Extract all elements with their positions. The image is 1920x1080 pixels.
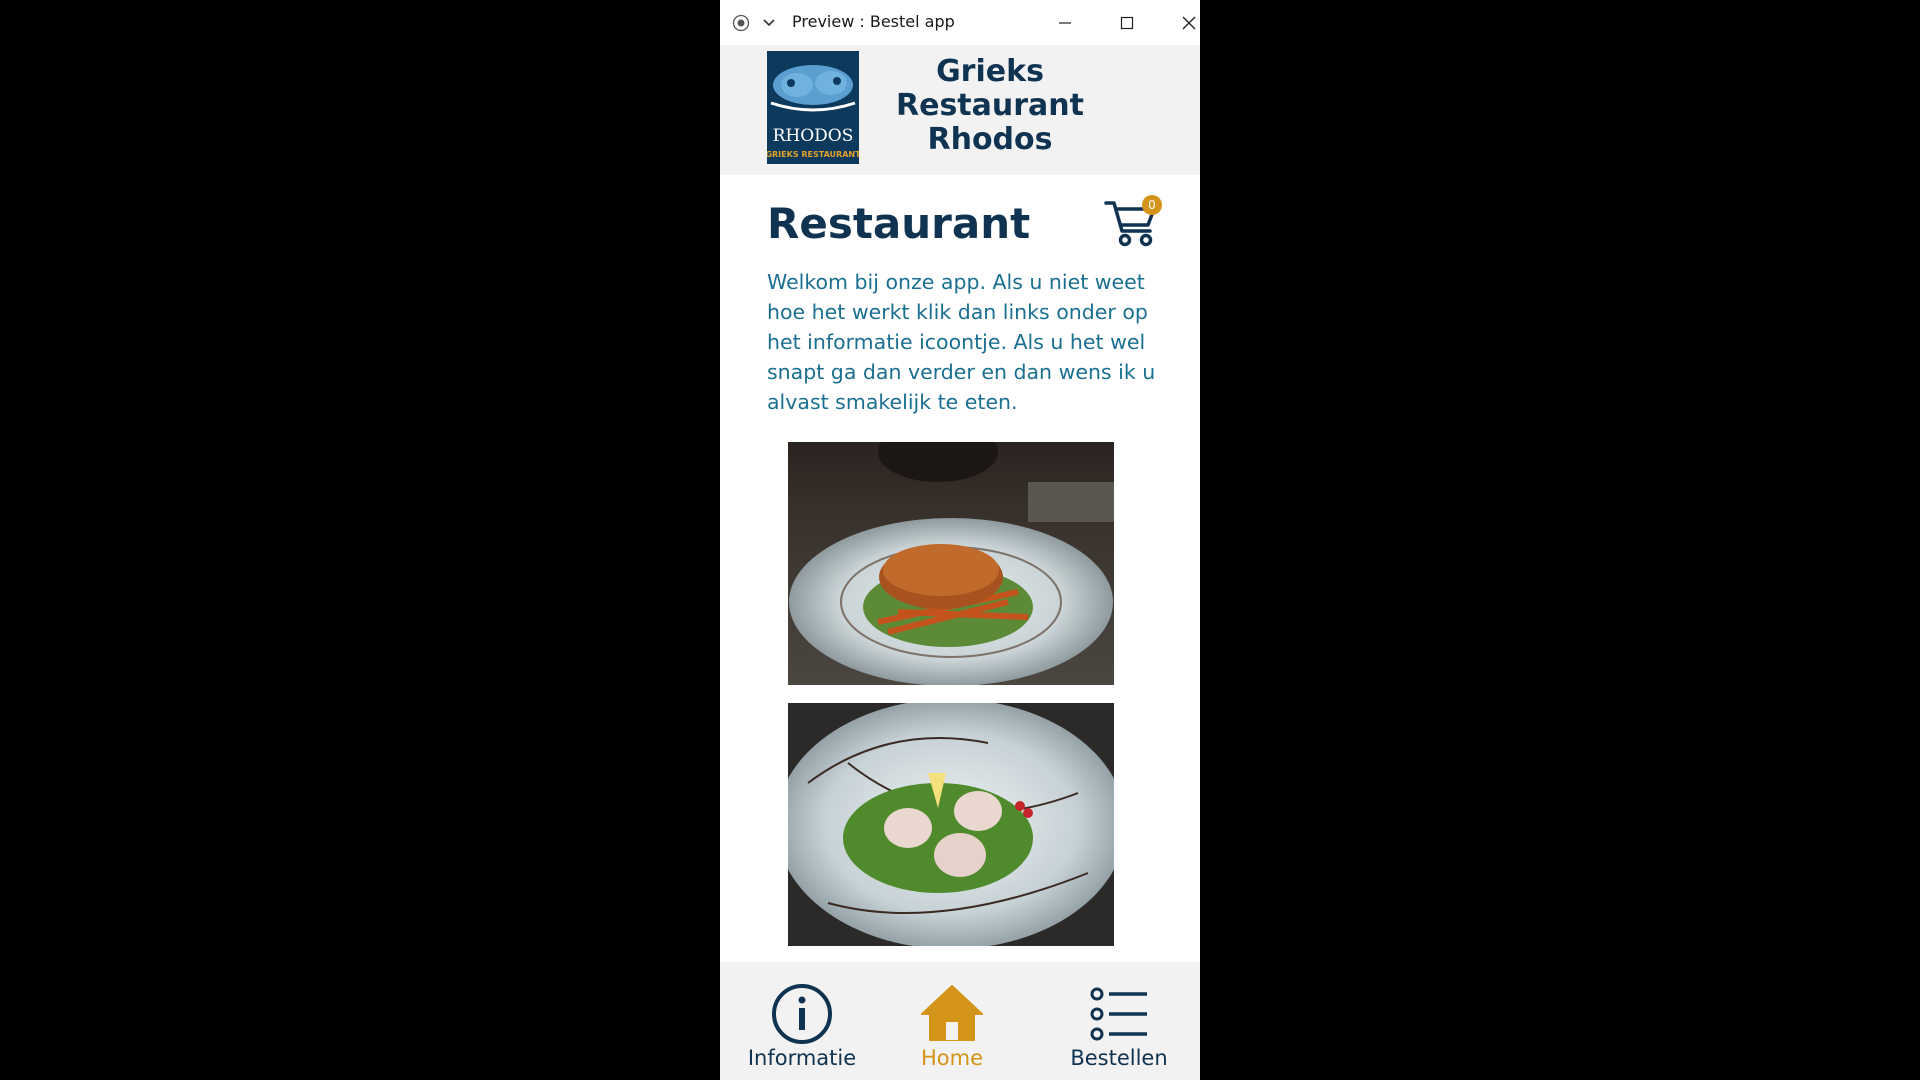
info-icon [772,984,832,1044]
app-header: RHODOS GRIEKS RESTAURANT Grieks Restaura… [720,45,1200,175]
nav-label-bestellen: Bestellen [1070,1046,1168,1070]
minimize-button[interactable] [1042,0,1088,45]
close-button[interactable] [1166,0,1212,45]
cart-count-badge: 0 [1142,195,1162,215]
list-icon [1090,987,1147,1041]
nav-label-home: Home [920,1046,983,1070]
logo-main-text: RHODOS [773,126,854,146]
header-title: Grieks Restaurant Rhodos [896,54,1084,157]
record-icon[interactable] [732,14,750,32]
nav-item-home[interactable]: Home [882,982,1022,1078]
maximize-button[interactable] [1104,0,1150,45]
nav-item-bestellen[interactable]: Bestellen [1049,982,1189,1078]
rhodos-logo: RHODOS GRIEKS RESTAURANT [767,51,859,164]
window-title: Preview : Bestel app [792,12,955,31]
page-title: Restaurant [767,199,1031,248]
chevron-down-icon[interactable] [762,17,776,29]
nav-label-informatie: Informatie [747,1046,857,1070]
food-photo-fried-patty [788,442,1114,685]
minimize-icon [1059,21,1071,24]
logo-sub-text: GRIEKS RESTAURANT [767,150,859,159]
close-icon [1182,16,1196,29]
home-icon [921,985,983,1041]
food-photo-salad [788,703,1114,946]
title-bar: Preview : Bestel app [720,0,1200,45]
nav-item-informatie[interactable]: Informatie [732,982,872,1078]
maximize-icon [1120,16,1134,29]
cart-button[interactable]: 0 [1104,195,1162,249]
main-content: Restaurant 0 Welkom bij onze app. Als u … [720,175,1200,962]
bottom-nav: Informatie Home Bestellen [720,962,1200,1080]
food-photo-1-image [788,442,1114,685]
food-photo-2-image [788,703,1114,946]
app-window: Preview : Bestel app RHODOS GRIEKS RESTA… [720,0,1200,1080]
intro-text: Welkom bij onze app. Als u niet weet hoe… [767,270,1156,414]
